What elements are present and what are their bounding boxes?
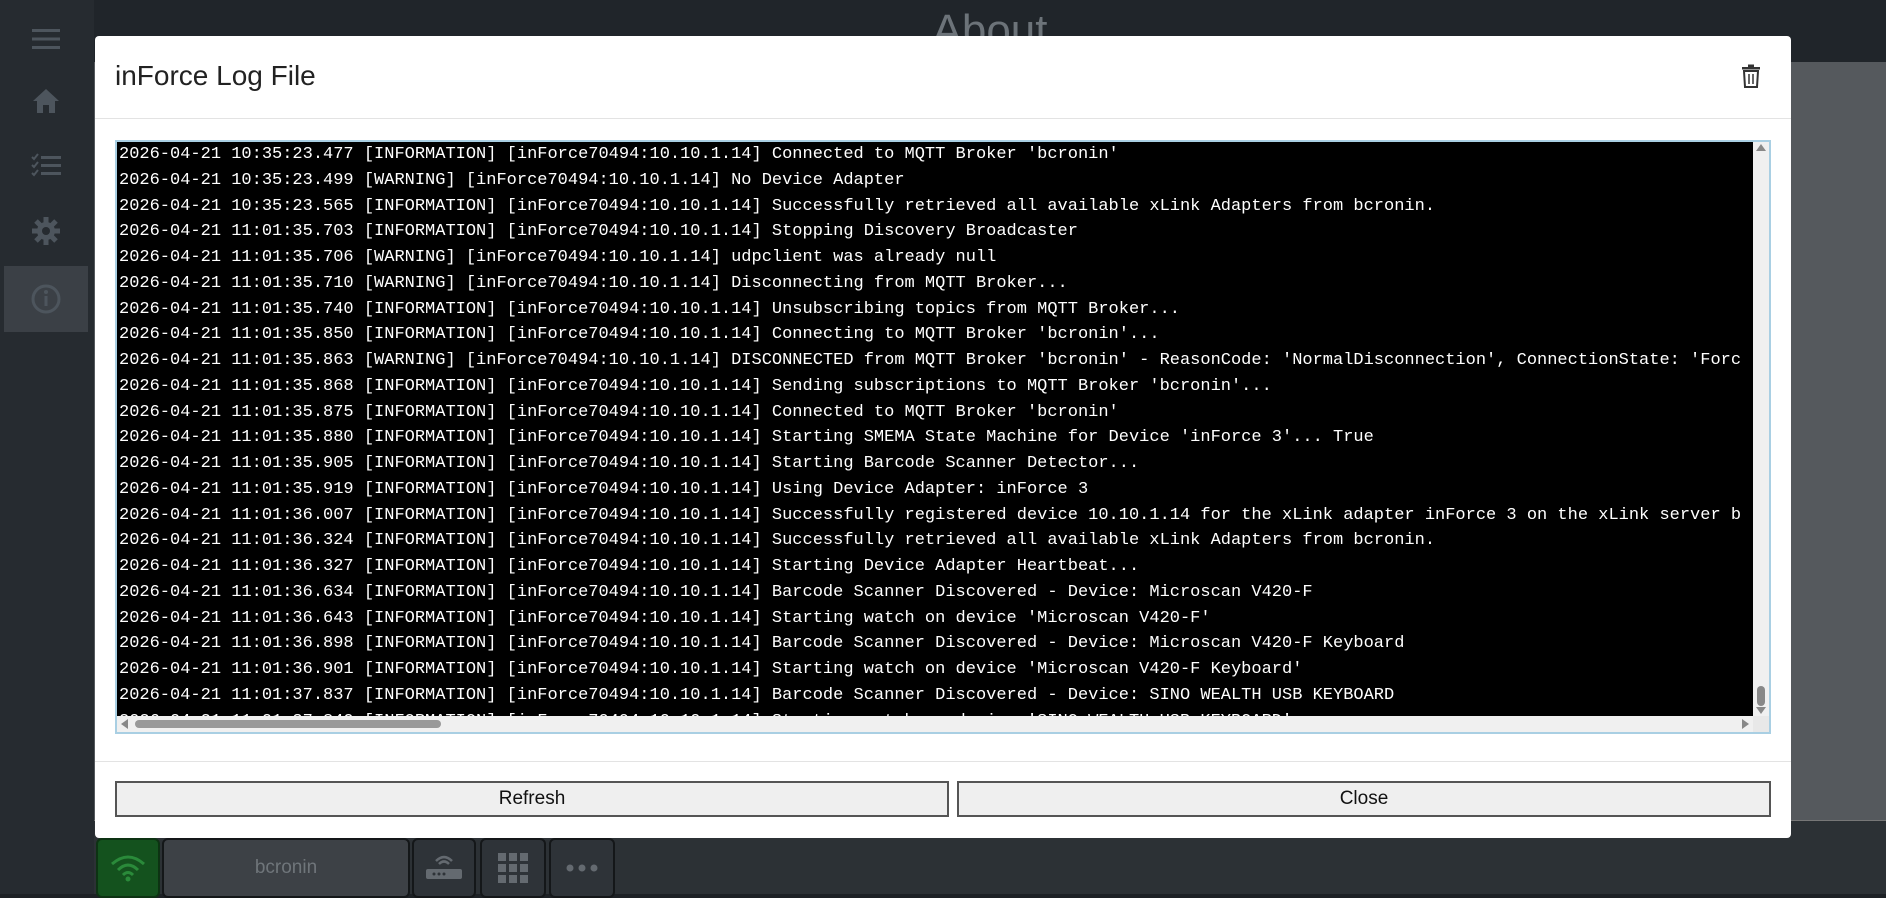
log-line: 2026-04-21 11:01:37.837 [INFORMATION] [i… bbox=[119, 685, 1395, 705]
log-line: 2026-04-21 11:01:36.634 [INFORMATION] [i… bbox=[119, 582, 1313, 602]
log-line: 2026-04-21 11:01:35.905 [INFORMATION] [i… bbox=[119, 454, 1140, 473]
more-button[interactable] bbox=[549, 838, 615, 898]
log-line: 2026-04-21 10:35:23.499 [WARNING] [inFor… bbox=[119, 170, 905, 190]
scroll-down-arrow-icon[interactable] bbox=[1756, 707, 1766, 714]
log-textarea[interactable]: 2026-04-21 10:35:23.477 [INFORMATION] [i… bbox=[115, 140, 1771, 734]
log-line: 2026-04-21 11:01:35.880 [INFORMATION] [i… bbox=[119, 428, 1374, 448]
log-line: 2026-04-21 10:35:23.477 [INFORMATION] [i… bbox=[119, 145, 1119, 164]
gear-icon[interactable] bbox=[0, 200, 92, 262]
connection-label: bcronin bbox=[254, 857, 318, 878]
log-line: 2026-04-21 11:01:36.901 [INFORMATION] [i… bbox=[119, 660, 1303, 679]
log-line: 2026-04-21 11:01:36.898 [INFORMATION] [i… bbox=[119, 634, 1405, 654]
log-line: 2026-04-21 11:01:35.740 [INFORMATION] [i… bbox=[119, 299, 1180, 319]
keypad-grid-button[interactable] bbox=[480, 838, 546, 898]
log-line: 2026-04-21 11:01:36.327 [INFORMATION] [i… bbox=[119, 557, 1140, 576]
info-icon[interactable] bbox=[4, 266, 88, 332]
refresh-button[interactable]: Refresh bbox=[115, 781, 949, 817]
log-line: 2026-04-21 10:35:23.565 [INFORMATION] [i… bbox=[119, 196, 1436, 216]
horizontal-scrollbar[interactable] bbox=[117, 716, 1753, 732]
log-line: 2026-04-21 11:01:36.007 [INFORMATION] [i… bbox=[119, 505, 1742, 525]
scroll-up-arrow-icon[interactable] bbox=[1756, 144, 1766, 151]
router-icon bbox=[426, 855, 462, 879]
log-line: 2026-04-21 11:01:35.850 [INFORMATION] [i… bbox=[119, 325, 1160, 345]
dialog-title: inForce Log File bbox=[115, 60, 316, 91]
log-line: 2026-04-21 11:01:36.324 [INFORMATION] [i… bbox=[119, 531, 1436, 551]
log-line: 2026-04-21 11:01:35.868 [INFORMATION] [i… bbox=[119, 376, 1272, 396]
log-line: 2026-04-21 11:01:35.863 [WARNING] [inFor… bbox=[119, 351, 1742, 370]
dialog-header: inForce Log File bbox=[95, 36, 1791, 119]
wifi-button[interactable] bbox=[96, 838, 160, 898]
log-content[interactable]: 2026-04-21 10:35:23.477 [INFORMATION] [i… bbox=[117, 142, 1753, 726]
hamburger-menu-icon[interactable] bbox=[0, 8, 92, 70]
keypad-grid-icon bbox=[498, 853, 528, 883]
wifi-icon bbox=[111, 855, 145, 882]
log-line: 2026-04-21 11:01:35.919 [INFORMATION] [i… bbox=[119, 479, 1089, 499]
log-line: 2026-04-21 11:01:35.710 [WARNING] [inFor… bbox=[119, 273, 1068, 293]
horizontal-scroll-thumb[interactable] bbox=[135, 720, 441, 728]
close-button[interactable]: Close bbox=[957, 781, 1771, 817]
log-file-dialog: inForce Log File 2026-04-21 10:35:23.477… bbox=[95, 36, 1791, 838]
scroll-left-arrow-icon[interactable] bbox=[121, 719, 128, 729]
log-line: 2026-04-21 11:01:35.706 [WARNING] [inFor… bbox=[119, 248, 997, 267]
vertical-scroll-thumb[interactable] bbox=[1757, 686, 1765, 706]
checklist-icon[interactable] bbox=[0, 134, 92, 196]
log-line: 2026-04-21 11:01:36.643 [INFORMATION] [i… bbox=[119, 608, 1211, 628]
vertical-scrollbar[interactable] bbox=[1753, 142, 1769, 716]
log-line: 2026-04-21 11:01:35.703 [INFORMATION] [i… bbox=[119, 222, 1078, 242]
connection-button[interactable]: bcronin bbox=[162, 838, 410, 898]
home-icon[interactable] bbox=[0, 70, 92, 132]
trash-icon[interactable] bbox=[1741, 64, 1761, 88]
router-button[interactable] bbox=[412, 838, 476, 898]
more-dots-icon bbox=[566, 864, 598, 872]
scroll-right-arrow-icon[interactable] bbox=[1742, 719, 1749, 729]
log-line: 2026-04-21 11:01:35.875 [INFORMATION] [i… bbox=[119, 402, 1119, 422]
sidebar bbox=[0, 0, 94, 894]
